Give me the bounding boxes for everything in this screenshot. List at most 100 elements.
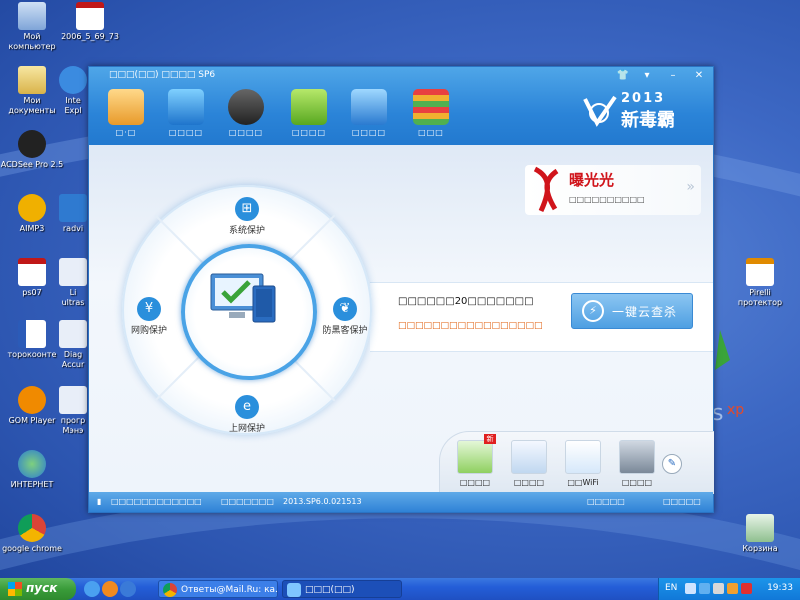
minimize-button[interactable]: – (665, 69, 681, 83)
close-button[interactable]: ✕ (691, 69, 707, 83)
nav-item-5[interactable]: □□□□ (342, 89, 396, 137)
center-status[interactable]: □□□□□□ (181, 244, 317, 380)
quick-launch-ie-icon[interactable] (84, 581, 100, 597)
tool-pc[interactable]: □□□□ (612, 440, 662, 487)
pdf-icon (18, 258, 46, 286)
tool-doctor[interactable]: □□□□ (504, 440, 554, 487)
shopping-protection[interactable]: ¥ 网购保护 (109, 297, 189, 336)
desktop-icon-aimp[interactable]: AIMP3 (0, 194, 64, 234)
layers-icon (413, 89, 449, 125)
computer-icon (18, 2, 46, 30)
cloud-scan-button[interactable]: ⚡ 一键云查杀 (571, 293, 693, 329)
tool-cleanup[interactable]: □□□□ (450, 440, 500, 487)
duba-icon (287, 583, 301, 597)
doc-icon (59, 386, 87, 414)
ie-icon: e (235, 395, 259, 419)
nav-item-3[interactable]: □□□□ (219, 89, 273, 137)
desktop-icon-ps07[interactable]: ps07 (0, 258, 64, 298)
desktop-icon-ie[interactable]: Inte Expl (58, 66, 88, 116)
tool-wifi[interactable]: □□WiFi (558, 440, 608, 487)
signal-icon: ▮ (97, 497, 102, 506)
taskbar-item-duba[interactable]: □□□(□□) (282, 580, 402, 598)
documents-icon (18, 66, 46, 94)
desktop-icon-word[interactable]: торокоонте (0, 320, 64, 360)
chrome-icon (18, 514, 46, 542)
clock: 19:33 (767, 583, 793, 593)
nav-home[interactable]: □·□ (99, 89, 153, 137)
home-icon (108, 89, 144, 125)
devices-check-icon (210, 273, 276, 323)
desktop-icon-radvi[interactable]: radvi (58, 194, 88, 234)
chrome-icon (163, 583, 177, 597)
statusbar-left[interactable]: □□□□□□□□□□□□ (111, 497, 202, 506)
app-header: □□□(□□) □□□□ SP6 👕 ▾ – ✕ □·□ □□□□ □□□□ □… (89, 67, 713, 145)
tray-safety-icon[interactable] (741, 583, 752, 594)
bolt-icon: ⚡ (582, 300, 604, 322)
desktop-icon-internet[interactable]: ИНТЕРНЕТ (0, 450, 64, 490)
statusbar-right2[interactable]: □□□□□ (663, 497, 701, 506)
cleanup-icon (457, 440, 493, 474)
doctor-icon (511, 440, 547, 474)
system-tray: EN 19:33 (658, 578, 800, 600)
cart-shield-icon (291, 89, 327, 125)
start-button[interactable]: пуск (0, 578, 76, 600)
edit-tools-button[interactable]: ✎ (662, 454, 682, 474)
tray-network-icon[interactable] (685, 583, 696, 594)
duba-logo-icon (583, 95, 617, 127)
web-protection[interactable]: e 上网保护 (207, 395, 287, 434)
desktop-icon-progr[interactable]: прогр Мэнэ (58, 386, 88, 436)
status-text: □□□□□□20□□□□□□□ (398, 296, 534, 307)
pc-icon (619, 440, 655, 474)
toolbox-icon (351, 89, 387, 125)
desktop-icon-pirelli[interactable]: Pirelli протектор (728, 258, 792, 308)
language-indicator[interactable]: EN (665, 583, 677, 593)
status-link[interactable]: □□□□□□□□□□□□□□□□□ (398, 321, 543, 331)
desktop-icon-gom[interactable]: GOM Player (0, 386, 64, 426)
desktop-icon-acdsee[interactable]: ACDSee Pro 2.5 (0, 130, 64, 170)
word-icon (18, 320, 46, 348)
statusbar-right1[interactable]: □□□□□ (587, 497, 625, 506)
app-statusbar: ▮ □□□□□□□□□□□□ □□□□□□□ 2013.SP6.0.021513… (89, 492, 713, 512)
desktop-icon-chrome[interactable]: google chrome (0, 514, 64, 554)
desktop-icon-recycle-bin[interactable]: Корзина (728, 514, 792, 554)
taskbar-item-chrome[interactable]: Ответы@Mail.Ru: ка... (158, 580, 278, 598)
desktop: s xp Мой компьютер 2006_5_69_73 Мои доку… (0, 0, 800, 600)
windows-flag-icon (8, 582, 22, 596)
hacker-protection[interactable]: ❦ 防黑客保护 (305, 297, 385, 336)
wifi-icon (565, 440, 601, 474)
desktop-icon-pdf[interactable]: 2006_5_69_73 (58, 2, 122, 42)
menu-button[interactable]: ▾ (639, 69, 655, 83)
nav-item-6[interactable]: □□□ (404, 89, 458, 137)
desktop-icon-li[interactable]: Li ultras (58, 258, 88, 308)
brand-year: 2013 (621, 91, 666, 106)
leaf-icon: ❦ (333, 297, 357, 321)
tray-shield-icon[interactable] (699, 583, 710, 594)
scan-icon (228, 89, 264, 125)
quick-launch-firefox-icon[interactable] (102, 581, 118, 597)
quick-launch-browser-icon[interactable] (120, 581, 136, 597)
folder-icon (59, 194, 87, 222)
ie-icon (59, 66, 87, 94)
aimp-icon (18, 194, 46, 222)
system-protection[interactable]: ⊞ 系统保护 (207, 197, 287, 236)
desktop-icon-my-computer[interactable]: Мой компьютер (0, 2, 64, 52)
acdsee-icon (18, 130, 46, 158)
brand-name: 新毒霸 (621, 110, 675, 131)
pdf-icon (76, 2, 104, 30)
nav-item-2[interactable]: □□□□ (159, 89, 213, 137)
promo-subtitle: □□□□□□□□□□ (569, 195, 645, 204)
skin-button[interactable]: 👕 (615, 69, 631, 83)
promo-arrow-icon: » (686, 179, 695, 195)
tray-volume-icon[interactable] (713, 583, 724, 594)
ribbon-icon (533, 166, 559, 213)
promo-title: 曝光光 (569, 171, 615, 189)
yuan-icon: ¥ (137, 297, 161, 321)
desktop-icon-diag[interactable]: Diag Accur (58, 320, 88, 370)
windows-icon: ⊞ (235, 197, 259, 221)
tray-app-icon[interactable] (727, 583, 738, 594)
nav-item-4[interactable]: □□□□ (282, 89, 336, 137)
promo-banner[interactable]: 曝光光 □□□□□□□□□□ » (525, 165, 701, 215)
app-body: 曝光光 □□□□□□□□□□ » □□□□□□20□□□□□□□ □□□□□□□… (89, 145, 714, 494)
desktop-icon-my-documents[interactable]: Мои документы (0, 66, 64, 116)
statusbar-mid[interactable]: □□□□□□□ (221, 497, 274, 506)
